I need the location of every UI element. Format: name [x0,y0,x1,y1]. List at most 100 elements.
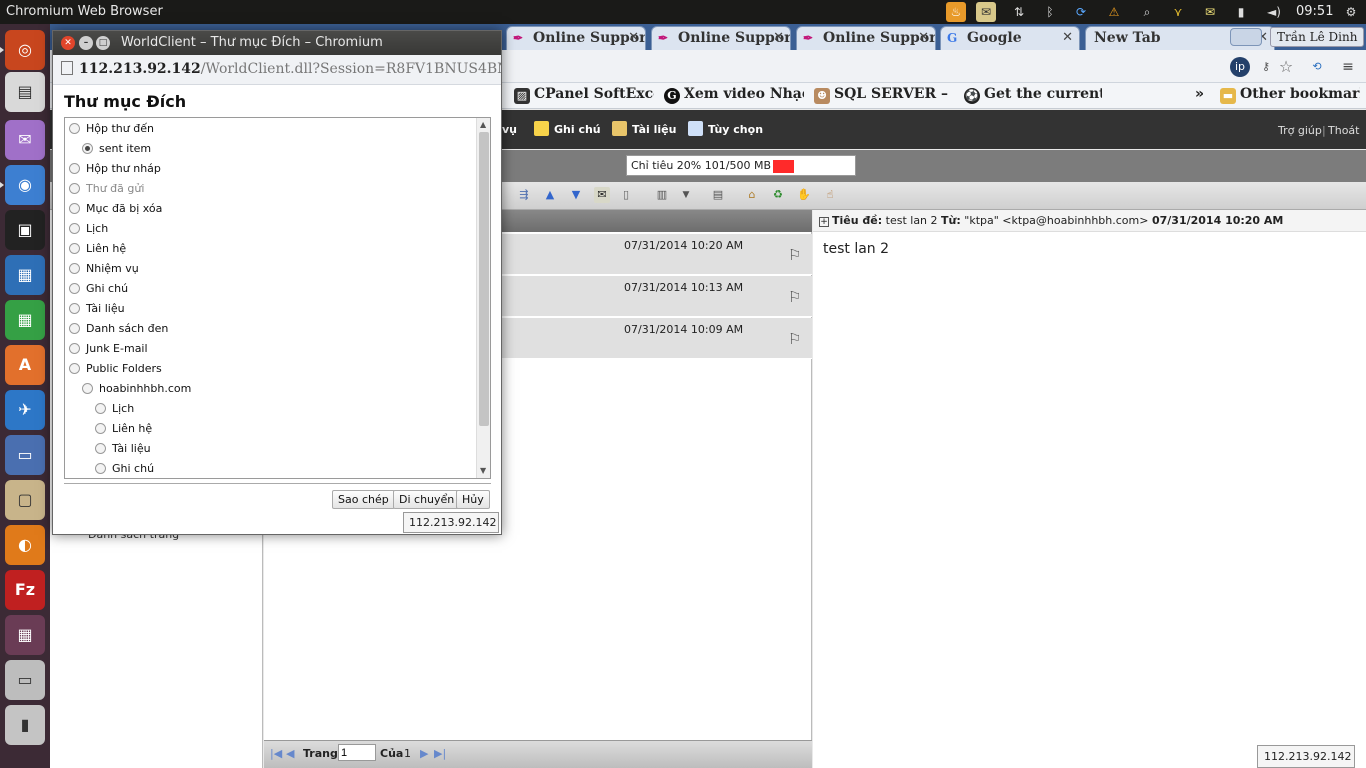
folder-radio[interactable] [69,303,80,314]
browser-tab[interactable]: ✒ Online Suppor ✕ [506,26,646,50]
move-down-icon[interactable]: ▼ [568,187,584,203]
folder-option[interactable]: sent item [82,142,151,155]
forward-icon[interactable]: ⇶ [516,187,532,203]
folder-radio[interactable] [69,363,80,374]
copy-button[interactable]: Sao chép [332,490,395,509]
workspace-switcher-icon[interactable]: ▦ [5,615,45,655]
tab-close-icon[interactable]: ✕ [773,30,784,45]
profile-button[interactable]: Trần Lê Dinh [1270,27,1365,47]
move-up-icon[interactable]: ▲ [542,187,558,203]
folder-option[interactable]: Hộp thư nháp [69,162,161,175]
folder-option[interactable]: Liên hệ [95,422,152,435]
expand-icon[interactable]: + [819,217,829,227]
key-icon[interactable]: ⚷ [1256,57,1276,77]
menu-options[interactable]: Tùy chọn [688,121,763,136]
folder-radio[interactable] [69,263,80,274]
extension-icon[interactable]: ⟲ [1307,57,1327,77]
view-icon[interactable]: ▥ [654,187,670,203]
ip-extension-icon[interactable]: ip [1230,57,1250,77]
folder-option[interactable]: Ghi chú [69,282,128,295]
folder-icon[interactable]: ▢ [5,480,45,520]
warning-icon[interactable]: ⚠ [1104,2,1124,22]
tab-close-icon[interactable]: ✕ [918,30,929,45]
calc-icon[interactable]: ▦ [5,300,45,340]
not-spam-icon[interactable]: ☝ [822,187,838,203]
folder-move-icon[interactable]: ⌂ [744,187,760,203]
bookmark-sql[interactable]: ☻ SQL SERVER – A [814,86,952,106]
tab-close-icon[interactable]: ✕ [1062,30,1073,45]
spam-icon[interactable]: ✋ [796,187,812,203]
flag-icon[interactable]: ⚐ [788,288,801,306]
close-icon[interactable]: ✕ [61,36,75,50]
folder-option[interactable]: hoabinhhbh.com [82,382,191,395]
folder-option[interactable]: Liên hệ [69,242,126,255]
menu-documents[interactable]: Tài liệu [612,121,676,136]
folder-option[interactable]: Mục đã bị xóa [69,202,162,215]
bookmark-cpanel[interactable]: ▨CPanel SoftExcep [514,86,654,106]
folder-radio[interactable] [69,203,80,214]
page-input[interactable] [338,744,376,761]
wifi-icon[interactable]: ⋎ [1168,2,1188,22]
maximize-icon[interactable]: □ [96,36,110,50]
folder-radio[interactable] [95,423,106,434]
help-link[interactable]: Trợ giúp [1278,124,1322,137]
menu-notes[interactable]: Ghi chú [534,121,601,136]
browser-tab[interactable]: G Google ✕ [940,26,1080,50]
chromium-icon[interactable]: ◉ [0,165,45,205]
menu-icon[interactable]: ≡ [1338,57,1358,77]
network-icon[interactable]: ⇅ [1009,2,1029,22]
first-page-icon[interactable]: |◀ [270,747,282,760]
flag-icon[interactable]: ⚐ [788,246,801,264]
scroll-thumb[interactable] [479,132,489,426]
drive-icon[interactable]: ▭ [5,660,45,700]
browser-tab[interactable]: ✒ Online Suppor ✕ [651,26,791,50]
power-icon[interactable]: ⚙ [1341,2,1361,22]
terminal-icon[interactable]: ▣ [5,210,45,250]
new-tab-button[interactable] [1230,28,1262,46]
folder-radio[interactable] [82,383,93,394]
folder-radio[interactable] [82,143,93,154]
delete-icon[interactable]: ♻ [770,187,786,203]
search-icon[interactable]: ⌕ [1137,2,1157,22]
next-page-icon[interactable]: ▶ [420,747,428,760]
folder-option[interactable]: Junk E-mail [69,342,148,355]
bookmarks-overflow[interactable]: » [1195,86,1204,102]
source-icon[interactable]: ▤ [710,187,726,203]
bookmark-star-icon[interactable]: ☆ [1276,57,1296,77]
folder-option[interactable]: Hộp thư đến [69,122,154,135]
folder-option[interactable]: Lịch [69,222,108,235]
folder-option[interactable]: Nhiệm vụ [69,262,139,275]
sync-icon[interactable]: ⟳ [1071,2,1091,22]
ubuntu-dash-icon[interactable]: ◎ [0,30,45,70]
folder-radio[interactable] [69,283,80,294]
mark-read-icon[interactable]: ✉ [594,187,610,203]
mail-icon[interactable]: ✉ [976,2,996,22]
writer-icon[interactable]: ▦ [5,255,45,295]
tab-close-icon[interactable]: ✕ [628,30,639,45]
bookmark-current[interactable]: ⚽Get the current pa [964,86,1102,106]
clock[interactable]: 09:51 [1296,4,1333,19]
folder-radio[interactable] [95,403,106,414]
folder-radio[interactable] [95,443,106,454]
scroll-up-icon[interactable]: ▲ [480,120,486,129]
folder-option[interactable]: Tài liệu [69,302,125,315]
dialog-url-bar[interactable]: 112.213.92.142/WorldClient.dll?Session=R… [53,55,501,85]
folder-radio[interactable] [95,463,106,474]
bookmark-video[interactable]: GXem video Nhạc h [664,86,804,106]
flag-icon[interactable]: ⚐ [788,330,801,348]
folder-radio[interactable] [69,163,80,174]
filezilla-icon[interactable]: Fz [5,570,45,610]
firefox-icon[interactable]: ◐ [5,525,45,565]
volume-icon[interactable]: ◄) [1264,2,1284,22]
menu-tasks[interactable]: vụ [502,123,517,136]
folder-option[interactable]: Lịch [95,402,134,415]
battery-icon[interactable]: ▮ [1231,2,1251,22]
folder-option[interactable]: Ghi chú [95,462,154,475]
browser-tab[interactable]: ✒ Online Suppor ✕ [796,26,936,50]
folder-option[interactable]: Tài liệu [95,442,151,455]
tree-scrollbar[interactable]: ▲ ▼ [476,118,490,478]
thunderbird-icon[interactable]: ✈ [5,390,45,430]
logout-link[interactable]: Thoát [1328,124,1359,137]
view-dropdown-icon[interactable]: ▼ [678,187,694,203]
scroll-down-icon[interactable]: ▼ [480,466,486,475]
